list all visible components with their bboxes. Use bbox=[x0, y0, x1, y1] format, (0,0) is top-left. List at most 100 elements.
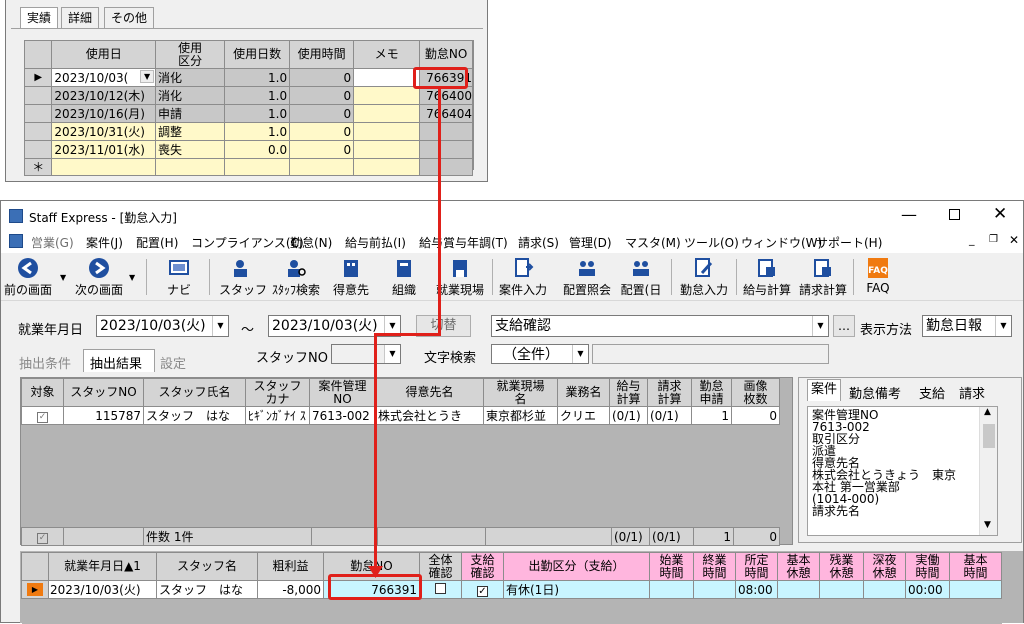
menu-advance-pay[interactable]: 給与前払(I) bbox=[345, 234, 406, 251]
col-overall-confirm[interactable]: 全体 確認 bbox=[419, 552, 462, 581]
overtime-break-cell[interactable] bbox=[819, 580, 864, 599]
col-staff-name[interactable]: スタッフ名 bbox=[156, 552, 258, 581]
menu-tools[interactable]: ツール(O) bbox=[684, 234, 739, 251]
ellipsis-button[interactable]: … bbox=[833, 315, 855, 337]
col-actual-hours[interactable]: 実働 時間 bbox=[905, 552, 950, 581]
col-basic-hours[interactable]: 基本 時間 bbox=[949, 552, 1002, 581]
mdi-restore-icon[interactable]: ❐ bbox=[989, 234, 998, 245]
col-worksite[interactable]: 就業現場名 bbox=[483, 378, 558, 407]
col-target[interactable]: 対象 bbox=[21, 378, 64, 407]
date-cell[interactable]: 2023/10/31(火) bbox=[51, 122, 157, 141]
table-row[interactable]: 2023/11/01(水) 喪失 0.0 0 bbox=[23, 140, 473, 159]
tab-details[interactable]: 詳細 bbox=[61, 7, 100, 28]
col-billing-calc[interactable]: 請求 計算 bbox=[647, 378, 692, 407]
table-row[interactable]: ▶ 2023/10/03(火) スタッフ はな -8,000 766391 ✓ … bbox=[21, 580, 1002, 599]
side-scrollbar[interactable]: ▲ ▼ bbox=[979, 407, 997, 535]
new-row[interactable]: ＊ bbox=[23, 158, 473, 176]
col-basic-break[interactable]: 基本 休憩 bbox=[777, 552, 820, 581]
row-selector[interactable]: ▶ bbox=[21, 580, 49, 599]
maximize-icon[interactable] bbox=[949, 209, 960, 220]
basic-hours-cell[interactable] bbox=[949, 580, 1002, 599]
col-payment-confirm[interactable]: 支給 確認 bbox=[461, 552, 504, 581]
memo-cell[interactable] bbox=[353, 86, 421, 105]
staff-no-select[interactable]: ▼ bbox=[331, 344, 401, 364]
memo-cell[interactable] bbox=[353, 122, 421, 141]
forward-button[interactable]: 次の画面 bbox=[73, 255, 125, 299]
col-end-time[interactable]: 終業 時間 bbox=[693, 552, 736, 581]
side-tab-attendance-notes[interactable]: 勤怠備考 bbox=[849, 383, 901, 402]
attendance-entry-button[interactable]: 勤怠入力 bbox=[676, 255, 732, 299]
col-start-time[interactable]: 始業 時間 bbox=[649, 552, 694, 581]
memo-cell[interactable] bbox=[353, 140, 421, 159]
chevron-down-icon[interactable]: ▼ bbox=[140, 70, 155, 83]
col-staff-kana[interactable]: スタッフ カナ bbox=[245, 378, 310, 407]
chevron-down-icon[interactable]: ▼ bbox=[572, 345, 588, 363]
text-search-select[interactable]: （全件） ▼ bbox=[491, 344, 589, 364]
menu-support[interactable]: サポート(H) bbox=[816, 234, 882, 251]
col-project-no[interactable]: 案件管理 NO bbox=[309, 378, 376, 407]
chevron-down-icon[interactable]: ▼ bbox=[212, 316, 228, 336]
faq-button[interactable]: FAQ FAQ bbox=[859, 255, 897, 299]
table-row[interactable]: 2023/10/31(火) 調整 1.0 0 bbox=[23, 122, 473, 141]
table-row[interactable]: 2023/10/16(月) 申請 1.0 0 766404 bbox=[23, 104, 473, 123]
new-date-cell[interactable] bbox=[51, 158, 157, 176]
tab-extract-results[interactable]: 抽出結果 bbox=[83, 349, 155, 372]
customer-button[interactable]: 得意先 bbox=[329, 255, 373, 299]
scroll-up-icon[interactable]: ▲ bbox=[984, 407, 991, 417]
project-entry-button[interactable]: 案件入力 bbox=[496, 255, 550, 299]
back-dropdown-icon[interactable]: ▼ bbox=[60, 273, 66, 282]
overall-confirm-checkbox[interactable] bbox=[419, 580, 462, 599]
new-kubun-cell[interactable] bbox=[155, 158, 226, 176]
col-staff-no[interactable]: スタッフNO bbox=[63, 378, 144, 407]
menu-window[interactable]: ウィンドウ(W) bbox=[741, 234, 822, 251]
hours-cell[interactable]: 0 bbox=[289, 140, 355, 159]
footer-checkbox[interactable]: ✓ bbox=[21, 527, 64, 546]
attendance-type-cell[interactable]: 有休(1日) bbox=[503, 580, 650, 599]
worksite-button[interactable]: 就業現場 bbox=[433, 255, 487, 299]
col-night-break[interactable]: 深夜 休憩 bbox=[863, 552, 906, 581]
col-scheduled-time[interactable]: 所定 時間 bbox=[735, 552, 778, 581]
col-attendance-request[interactable]: 勤怠 申請 bbox=[691, 378, 732, 407]
side-tab-project[interactable]: 案件 bbox=[807, 379, 841, 401]
payment-confirm-checkbox[interactable]: ✓ bbox=[461, 580, 504, 599]
new-hours-cell[interactable] bbox=[289, 158, 355, 176]
mdi-minimize-icon[interactable]: _ bbox=[969, 233, 975, 246]
actual-hours-cell[interactable]: 00:00 bbox=[905, 580, 950, 599]
navi-button[interactable]: ナビ bbox=[159, 255, 199, 299]
kubun-cell[interactable]: 調整 bbox=[155, 122, 226, 141]
table-row[interactable]: ✓ 115787 スタッフ はな ﾋｷﾞﾝｶﾞﾅｲ ｽ 7613-002 株式会… bbox=[21, 406, 780, 425]
close-icon[interactable]: ✕ bbox=[993, 204, 1007, 224]
target-checkbox[interactable]: ✓ bbox=[21, 406, 64, 425]
menu-project[interactable]: 案件(J) bbox=[86, 234, 123, 251]
days-cell[interactable]: 1.0 bbox=[224, 122, 291, 141]
col-work-date[interactable]: 就業年月日▲1 bbox=[48, 552, 157, 581]
table-row[interactable]: ▶ 2023/10/03(▼ 消化 1.0 0 766391 bbox=[23, 68, 473, 87]
kubun-cell[interactable]: 喪失 bbox=[155, 140, 226, 159]
staff-search-button[interactable]: ｽﾀｯﾌ検索 bbox=[269, 255, 323, 299]
menu-attendance[interactable]: 勤怠(N) bbox=[290, 234, 332, 251]
organization-button[interactable]: 組織 bbox=[384, 255, 424, 299]
chevron-down-icon[interactable]: ▼ bbox=[812, 316, 828, 336]
back-button[interactable]: 前の画面 bbox=[3, 255, 53, 299]
days-cell[interactable]: 0.0 bbox=[224, 140, 291, 159]
forward-dropdown-icon[interactable]: ▼ bbox=[129, 273, 135, 282]
side-tab-payment[interactable]: 支給 bbox=[919, 383, 945, 402]
menu-assign[interactable]: 配置(H) bbox=[136, 234, 178, 251]
chevron-down-icon[interactable]: ▼ bbox=[995, 316, 1011, 336]
staff-button[interactable]: スタッフ bbox=[219, 255, 267, 299]
col-overtime-break[interactable]: 残業 休憩 bbox=[819, 552, 864, 581]
scheduled-time-cell[interactable]: 08:00 bbox=[735, 580, 778, 599]
chevron-down-icon[interactable]: ▼ bbox=[384, 345, 400, 363]
text-search-input[interactable] bbox=[592, 344, 829, 364]
menu-billing[interactable]: 請求(S) bbox=[518, 234, 559, 251]
memo-cell[interactable] bbox=[353, 68, 421, 87]
menu-payroll[interactable]: 給与賞与年調(T) bbox=[419, 234, 508, 251]
menu-sales[interactable]: 営業(G) bbox=[31, 234, 74, 251]
basic-break-cell[interactable] bbox=[777, 580, 820, 599]
billing-calc-button[interactable]: 請求計算 bbox=[796, 255, 850, 299]
mdi-close-icon[interactable]: ✕ bbox=[1009, 233, 1019, 247]
col-image-count[interactable]: 画像 枚数 bbox=[731, 378, 780, 407]
tab-settings[interactable]: 設定 bbox=[160, 353, 186, 372]
scroll-down-icon[interactable]: ▼ bbox=[984, 520, 991, 530]
assignment-day-button[interactable]: 配置(日 bbox=[618, 255, 664, 299]
